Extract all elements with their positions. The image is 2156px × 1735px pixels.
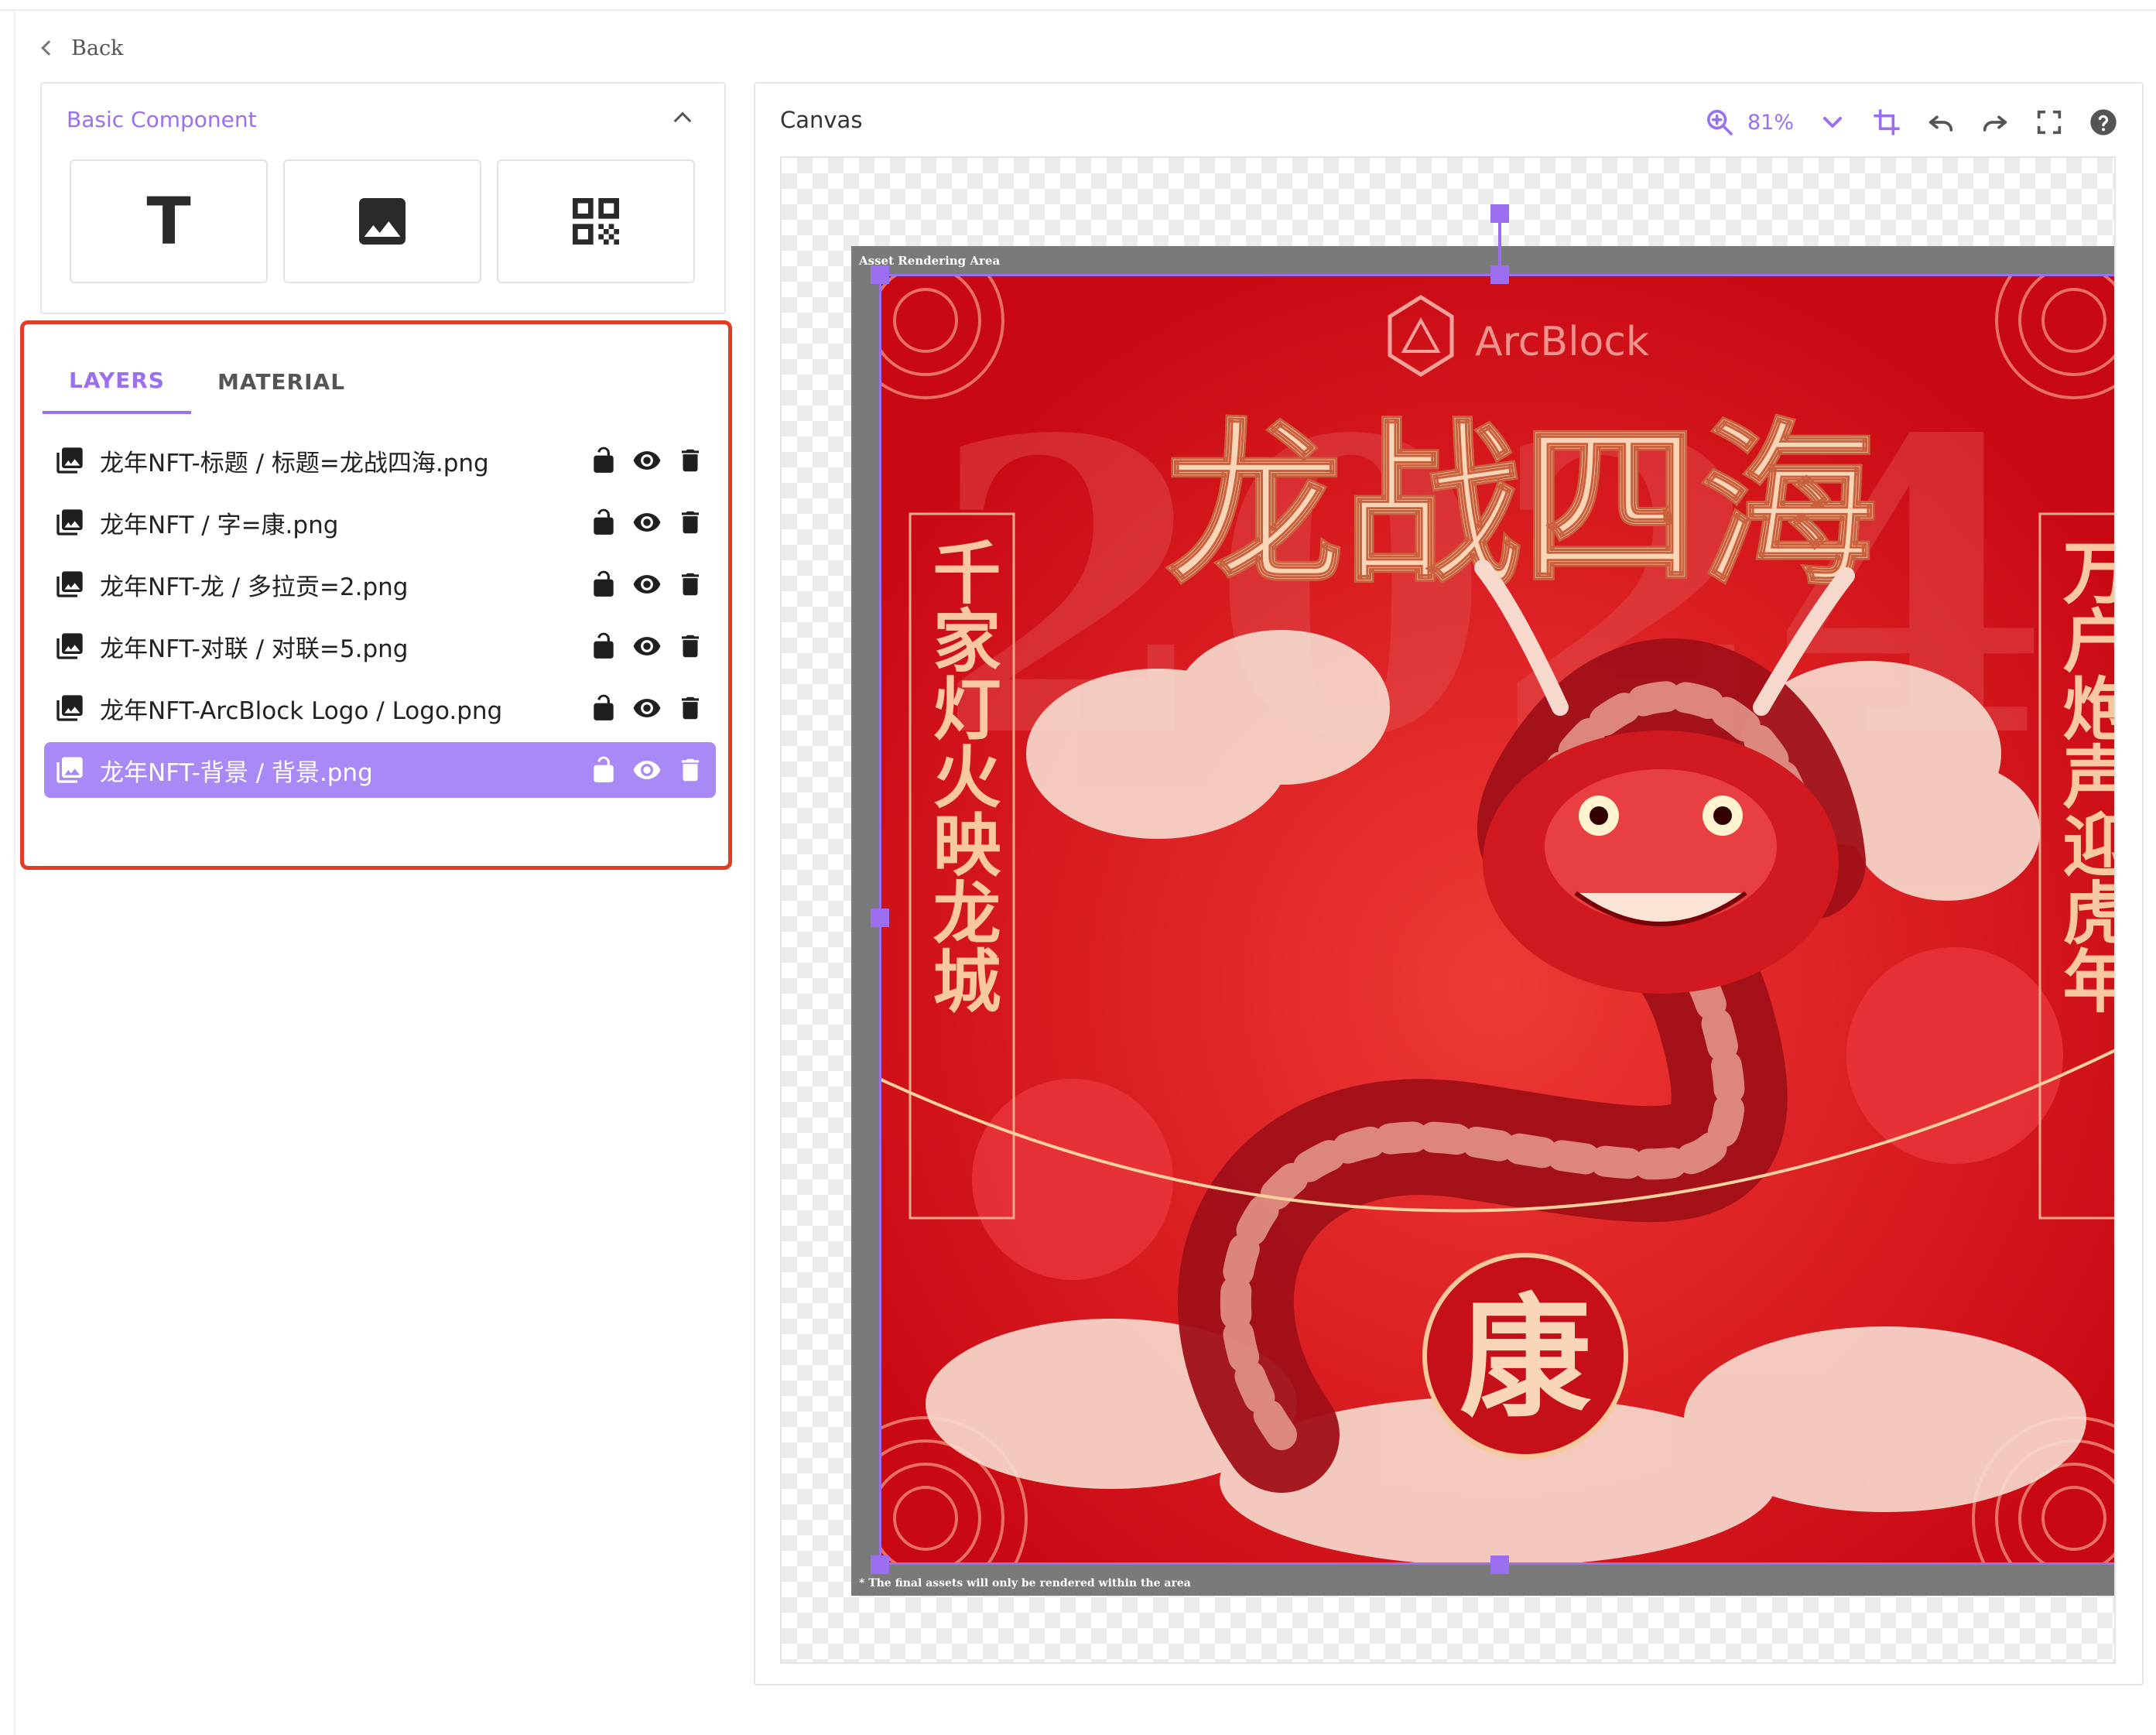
eye-icon[interactable] bbox=[632, 446, 662, 475]
layer-row[interactable]: 龙年NFT-标题 / 标题=龙战四海.png bbox=[44, 433, 716, 488]
rotate-handle-stem bbox=[1498, 220, 1501, 274]
layer-row[interactable]: 龙年NFT-龙 / 多拉贡=2.png bbox=[44, 556, 716, 612]
artwork-illustration: 2024 ArcBlock 龙战四海 千家灯火映龙城 万户炮声迎虎年 康 bbox=[879, 274, 2116, 1565]
layer-row[interactable]: 龙年NFT-ArcBlock Logo / Logo.png bbox=[44, 680, 716, 736]
image-layer-icon bbox=[56, 695, 83, 721]
layer-name: 龙年NFT-龙 / 多拉贡=2.png bbox=[100, 573, 409, 601]
image-layer-icon bbox=[56, 447, 83, 474]
rotate-handle[interactable] bbox=[1490, 204, 1509, 223]
image-layer-icon bbox=[56, 509, 83, 536]
canvas-panel: Canvas 81% Asset Rendering Area * The fi… bbox=[754, 82, 2144, 1685]
text-tool-glyph: T bbox=[146, 183, 191, 259]
trash-icon[interactable] bbox=[676, 446, 705, 475]
unlock-icon[interactable] bbox=[589, 755, 618, 785]
resize-handle-left[interactable] bbox=[871, 909, 889, 927]
canvas-title: Canvas bbox=[780, 107, 863, 133]
chevron-down-icon[interactable] bbox=[1817, 107, 1848, 138]
trash-icon[interactable] bbox=[676, 755, 705, 785]
panel-tabs: LAYERS MATERIAL bbox=[43, 349, 371, 414]
trash-icon[interactable] bbox=[676, 693, 705, 723]
qrcode-icon bbox=[573, 198, 619, 245]
layer-row[interactable]: 龙年NFT-背景 / 背景.png bbox=[44, 742, 716, 798]
eye-icon[interactable] bbox=[632, 508, 662, 537]
right-couplet: 万户炮声迎虎年 bbox=[2052, 537, 2116, 1014]
layer-name: 龙年NFT-对联 / 对联=5.png bbox=[100, 635, 409, 663]
layer-row[interactable]: 龙年NFT / 字=康.png bbox=[44, 494, 716, 550]
unlock-icon[interactable] bbox=[589, 570, 618, 599]
left-divider bbox=[14, 11, 15, 1735]
artwork-logo-text: ArcBlock bbox=[1475, 319, 1649, 365]
layer-list: 龙年NFT-标题 / 标题=龙战四海.png 龙年NFT / 字=康.png 龙年N… bbox=[44, 433, 716, 804]
canvas-stage[interactable]: Asset Rendering Area * The final assets … bbox=[780, 156, 2116, 1664]
layer-name: 龙年NFT-标题 / 标题=龙战四海.png bbox=[100, 449, 489, 477]
zoom-in-icon[interactable] bbox=[1704, 107, 1735, 138]
help-icon[interactable] bbox=[2088, 107, 2119, 138]
canvas-toolbar: 81% bbox=[1704, 99, 2119, 145]
zoom-level[interactable]: 81% bbox=[1747, 111, 1794, 135]
artwork-center-char: 康 bbox=[1460, 1281, 1591, 1436]
eye-icon[interactable] bbox=[632, 570, 662, 599]
undo-icon[interactable] bbox=[1925, 107, 1956, 138]
image-tool-button[interactable] bbox=[283, 159, 481, 283]
unlock-icon[interactable] bbox=[589, 508, 618, 537]
chevron-up-icon[interactable] bbox=[673, 111, 692, 130]
back-label: Back bbox=[71, 36, 124, 60]
layer-row[interactable]: 龙年NFT-对联 / 对联=5.png bbox=[44, 618, 716, 674]
layers-panel: LAYERS MATERIAL 龙年NFT-标题 / 标题=龙战四海.png 龙年… bbox=[20, 320, 732, 870]
left-couplet: 千家灯火映龙城 bbox=[922, 537, 1002, 1014]
tab-material[interactable]: MATERIAL bbox=[191, 349, 371, 414]
layer-name: 龙年NFT-背景 / 背景.png bbox=[100, 758, 373, 787]
nft-artwork[interactable]: 2024 ArcBlock 龙战四海 千家灯火映龙城 万户炮声迎虎年 康 bbox=[879, 274, 2116, 1565]
basic-component-panel: Basic Component T bbox=[40, 82, 726, 314]
trash-icon[interactable] bbox=[676, 508, 705, 537]
chevron-left-icon bbox=[41, 40, 56, 56]
basic-component-title: Basic Component bbox=[67, 107, 257, 132]
layer-name: 龙年NFT / 字=康.png bbox=[100, 511, 339, 539]
eye-icon[interactable] bbox=[632, 755, 662, 785]
eye-icon[interactable] bbox=[632, 693, 662, 723]
unlock-icon[interactable] bbox=[589, 446, 618, 475]
eye-icon[interactable] bbox=[632, 631, 662, 661]
redo-icon[interactable] bbox=[1980, 107, 2011, 138]
text-tool-button[interactable]: T bbox=[70, 159, 268, 283]
image-icon bbox=[359, 198, 406, 245]
qrcode-tool-button[interactable] bbox=[497, 159, 695, 283]
top-divider bbox=[0, 9, 2156, 11]
resize-handle-bottom[interactable] bbox=[1490, 1555, 1509, 1574]
layer-name: 龙年NFT-ArcBlock Logo / Logo.png bbox=[100, 696, 503, 725]
image-layer-icon bbox=[56, 633, 83, 659]
trash-icon[interactable] bbox=[676, 631, 705, 661]
crop-icon[interactable] bbox=[1871, 107, 1902, 138]
fullscreen-icon[interactable] bbox=[2034, 107, 2065, 138]
trash-icon[interactable] bbox=[676, 570, 705, 599]
image-layer-icon bbox=[56, 757, 83, 783]
rendering-area-note: * The final assets will only be rendered… bbox=[859, 1577, 1191, 1590]
resize-handle-bottom-left[interactable] bbox=[871, 1555, 889, 1574]
unlock-icon[interactable] bbox=[589, 693, 618, 723]
tab-layers[interactable]: LAYERS bbox=[43, 349, 191, 414]
resize-handle-top-left[interactable] bbox=[871, 265, 889, 284]
image-layer-icon bbox=[56, 571, 83, 597]
unlock-icon[interactable] bbox=[589, 631, 618, 661]
artwork-title: 龙战四海 bbox=[1165, 402, 1877, 611]
back-button[interactable]: Back bbox=[39, 31, 123, 65]
